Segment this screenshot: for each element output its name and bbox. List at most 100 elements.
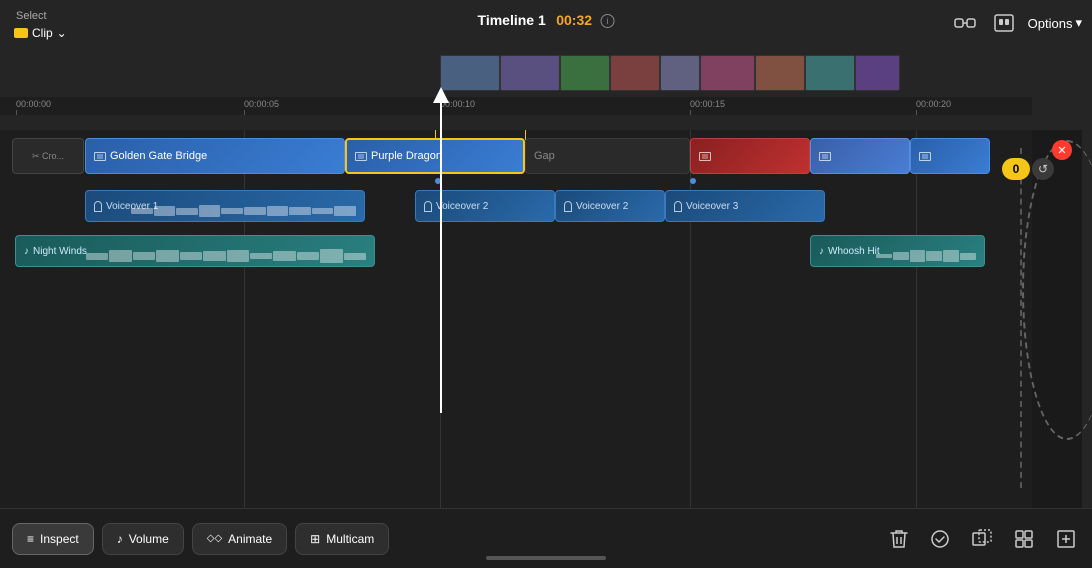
- wave-bar: [199, 205, 221, 216]
- clip-right3[interactable]: [910, 138, 990, 174]
- timeline-area[interactable]: ✂ Cro... Golden Gate Bridge Purple Drago…: [0, 130, 1032, 508]
- title-area: Timeline 1 00:32 i: [478, 12, 615, 30]
- delete-button[interactable]: [886, 525, 912, 553]
- wave-bar: [320, 249, 342, 262]
- clip-dropdown-icon: ⌄: [57, 26, 67, 40]
- transform2-button[interactable]: [1010, 525, 1038, 553]
- timeline-info-icon[interactable]: i: [600, 14, 614, 28]
- badge-zero[interactable]: 0: [1002, 158, 1030, 180]
- wave-bar: [334, 206, 356, 215]
- ruler-tick: [244, 110, 245, 115]
- ruler-tick: [916, 110, 917, 115]
- audio-clip-vo2b[interactable]: Voiceover 2: [555, 190, 665, 222]
- film-icon: [819, 152, 831, 161]
- animate-button[interactable]: ◇◇ Animate: [192, 523, 287, 555]
- transform1-button[interactable]: [968, 525, 996, 553]
- link-icon: [954, 14, 976, 32]
- clip-right2[interactable]: [810, 138, 910, 174]
- header-right-buttons: Options ▾: [950, 10, 1082, 36]
- filmstrip-item: [560, 55, 610, 91]
- extend-icon: [1056, 529, 1076, 549]
- wave-bar: [344, 253, 366, 260]
- multicam-label: Multicam: [326, 532, 374, 546]
- animate-label: Animate: [228, 532, 272, 546]
- clip-gap[interactable]: Gap: [525, 138, 690, 174]
- filmstrip-area: [440, 55, 1032, 91]
- ruler-tick: [16, 110, 17, 115]
- bottom-toolbar: ≡ Inspect ♪ Volume ◇◇ Animate ⊞ Multicam: [0, 508, 1092, 568]
- transform2-icon: [1014, 529, 1034, 549]
- filmstrip-item: [805, 55, 855, 91]
- mic-icon: [94, 201, 102, 212]
- wave-bar: [244, 207, 266, 215]
- music-icon: ♪: [24, 246, 29, 257]
- clip-purple-dragon[interactable]: Purple Dragon: [345, 138, 525, 174]
- clip-color-icon: [14, 28, 28, 38]
- link-clips-button[interactable]: [950, 10, 980, 36]
- playhead[interactable]: [440, 93, 442, 413]
- check-button[interactable]: [926, 525, 954, 553]
- wave-bar: [203, 251, 225, 261]
- scroll-indicator: [486, 556, 606, 560]
- badge-number: 0: [1013, 162, 1020, 176]
- audio-clip-vo2a[interactable]: Voiceover 2: [415, 190, 555, 222]
- film-icon: [355, 152, 367, 161]
- filmstrip-item: [855, 55, 900, 91]
- clip-selector-label: Clip: [32, 26, 53, 40]
- ruler-tick: [690, 110, 691, 115]
- filmstrip-item: [660, 55, 700, 91]
- toolbar-right: [886, 525, 1080, 553]
- wave-bar: [131, 208, 153, 214]
- close-badge[interactable]: ✕: [1052, 140, 1072, 160]
- inspect-label: Inspect: [40, 532, 79, 546]
- audio-clip-vo3[interactable]: Voiceover 3: [665, 190, 825, 222]
- film-icon: [919, 152, 931, 161]
- close-icon: ✕: [1057, 144, 1066, 157]
- wave-bar: [86, 253, 108, 260]
- clip-golden-gate[interactable]: Golden Gate Bridge: [85, 138, 345, 174]
- wave-bar: [910, 250, 926, 263]
- clip-label-golden-gate: Golden Gate Bridge: [110, 150, 207, 162]
- clip-night-winds[interactable]: ♪ Night Winds: [15, 235, 375, 267]
- wave-bar: [960, 253, 976, 260]
- mic-icon: [674, 201, 682, 212]
- ruler-mark-3: 00:00:15: [690, 99, 725, 109]
- waveform-whoosh: [876, 249, 976, 263]
- wave-bar: [250, 253, 272, 259]
- volume-button[interactable]: ♪ Volume: [102, 523, 184, 555]
- wave-bar: [289, 207, 311, 215]
- wave-bar: [926, 251, 942, 261]
- grid-line: [916, 130, 917, 508]
- extend-button[interactable]: [1052, 525, 1080, 553]
- wave-bar: [227, 250, 249, 262]
- snap-dot: [690, 178, 696, 184]
- export-button[interactable]: [990, 10, 1018, 36]
- arrow-icon: ↺: [1038, 162, 1048, 176]
- ruler-mark-1: 00:00:05: [244, 99, 279, 109]
- clip-selector[interactable]: Clip ⌄: [14, 26, 67, 40]
- volume-label: Volume: [129, 532, 169, 546]
- select-label: Select: [16, 10, 47, 22]
- film-icon: [699, 152, 711, 161]
- ruler-mark-4: 00:00:20: [916, 99, 951, 109]
- clip-label-gap: Gap: [534, 150, 555, 162]
- audio-clip-vo1[interactable]: Voiceover 1: [85, 190, 365, 222]
- wave-bar: [267, 206, 289, 217]
- music-icon: ♪: [819, 246, 824, 257]
- clip-right1[interactable]: [690, 138, 810, 174]
- clip-label-purple-dragon: Purple Dragon: [371, 150, 442, 162]
- inspect-button[interactable]: ≡ Inspect: [12, 523, 94, 555]
- wave-bar: [133, 252, 155, 260]
- badge-arrow[interactable]: ↺: [1032, 158, 1054, 180]
- multicam-icon: ⊞: [310, 532, 320, 546]
- clip-whoosh[interactable]: ♪ Whoosh Hit: [810, 235, 985, 267]
- transform1-icon: [972, 529, 992, 549]
- animate-icon: ◇◇: [207, 533, 222, 544]
- multicam-button[interactable]: ⊞ Multicam: [295, 523, 389, 555]
- wave-bar: [312, 208, 334, 214]
- options-button[interactable]: Options ▾: [1028, 15, 1082, 31]
- film-icon: [94, 152, 106, 161]
- voiceover-track: Voiceover 1 Voiceover 2 Voiceover 2: [0, 190, 1032, 226]
- wave-bar: [876, 254, 892, 258]
- wave-bar: [176, 208, 198, 215]
